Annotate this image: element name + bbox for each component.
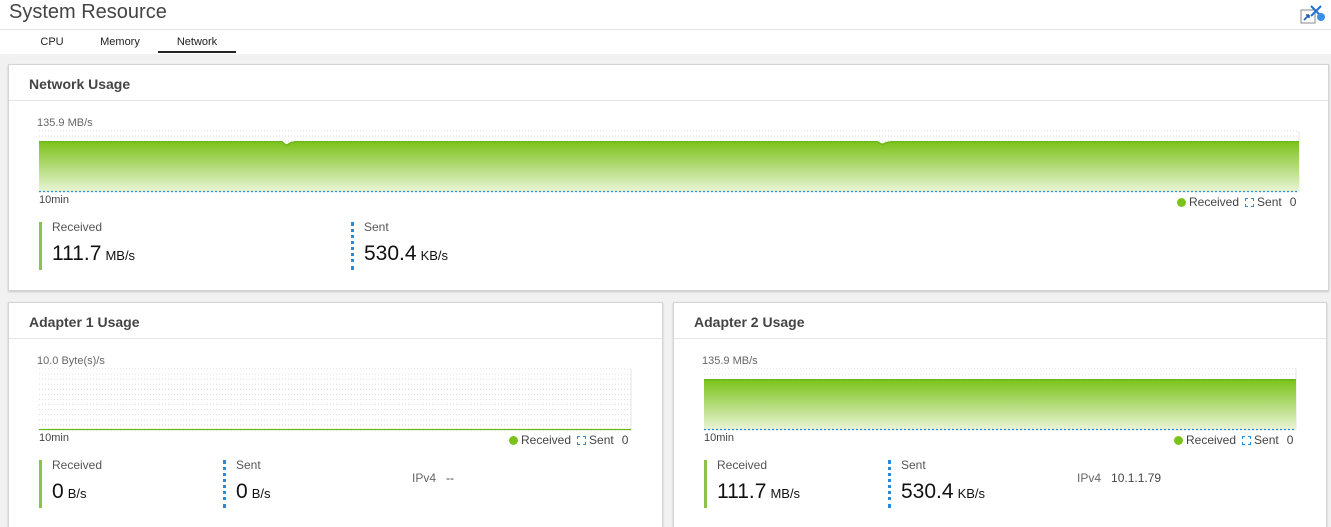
chart-legend: Received Sent 0 <box>1174 433 1293 447</box>
received-stat: Received 0 B/s <box>39 458 103 508</box>
received-stat: Received 111.7 MB/s <box>704 458 801 508</box>
received-area <box>704 379 1296 430</box>
legend-received-label: Received <box>1186 433 1237 447</box>
sent-stat: Sent 530.4 KB/s <box>351 220 449 270</box>
received-area <box>39 141 1299 192</box>
monitor-app-icon[interactable] <box>1299 3 1327 25</box>
adapter-2-chart: 135.9 MB/s 10min <box>702 355 1302 445</box>
network-usage-chart: 135.9 MB/s 10min <box>37 117 1302 207</box>
received-unit: B/s <box>67 486 87 501</box>
x-axis-label: 10min <box>39 194 69 206</box>
sent-label: Sent <box>364 220 389 234</box>
sent-unit: KB/s <box>420 248 449 263</box>
x-axis-label: 10min <box>39 432 69 444</box>
ipv4-info: IPv4 10.1.1.79 <box>1077 471 1161 485</box>
y-axis-max-label: 135.9 MB/s <box>702 355 758 367</box>
ipv4-label: IPv4 <box>412 471 437 485</box>
legend-zero-label: 0 <box>1286 433 1294 447</box>
panel-title: Adapter 1 Usage <box>29 314 140 330</box>
received-label: Received <box>52 458 103 472</box>
adapter-1-panel: Adapter 1 Usage 10.0 Byte(s)/s 10min Rec… <box>8 302 663 527</box>
panel-header: Adapter 1 Usage <box>9 303 662 339</box>
tab-memory[interactable]: Memory <box>95 36 145 53</box>
tab-cpu[interactable]: CPU <box>32 36 72 53</box>
sent-stat: Sent 0 B/s <box>223 458 271 508</box>
received-label: Received <box>717 458 768 472</box>
received-unit: MB/s <box>770 486 801 501</box>
legend-sent-label: Sent <box>1254 433 1279 447</box>
network-usage-panel: Network Usage 135.9 MB/s 10min Received S… <box>8 64 1329 291</box>
tab-network[interactable]: Network <box>158 36 236 53</box>
sent-label: Sent <box>236 458 261 472</box>
adapter-1-chart: 10.0 Byte(s)/s 10min <box>37 355 637 445</box>
adapter-2-panel: Adapter 2 Usage 135.9 MB/s 10min Receive… <box>673 302 1327 527</box>
y-axis-max-label: 135.9 MB/s <box>37 117 93 129</box>
received-label: Received <box>52 220 103 234</box>
sent-unit: KB/s <box>957 486 986 501</box>
app-title: System Resource <box>9 1 167 23</box>
received-unit: MB/s <box>105 248 136 263</box>
panel-header: Network Usage <box>9 65 1328 101</box>
panel-header: Adapter 2 Usage <box>674 303 1326 339</box>
legend-received-label: Received <box>521 433 572 447</box>
received-stat: Received 111.7 MB/s <box>39 220 136 270</box>
app-header: System Resource <box>0 0 1331 30</box>
ipv4-value: 10.1.1.79 <box>1111 471 1162 485</box>
tab-bar: CPU Memory Network <box>0 31 1331 53</box>
received-legend-marker <box>1174 436 1183 445</box>
x-axis-label: 10min <box>704 432 734 444</box>
received-value: 0 <box>52 480 64 503</box>
ipv4-label: IPv4 <box>1077 471 1102 485</box>
legend-zero-label: 0 <box>621 433 629 447</box>
y-axis-max-label: 10.0 Byte(s)/s <box>37 355 105 367</box>
adapter-1-plot <box>39 368 632 431</box>
panel-title: Network Usage <box>29 76 131 92</box>
received-legend-marker <box>509 436 518 445</box>
legend-received-label: Received <box>1189 195 1240 209</box>
panel-title: Adapter 2 Usage <box>694 314 805 330</box>
sent-legend-marker <box>1242 436 1252 445</box>
sent-unit: B/s <box>251 486 271 501</box>
network-usage-plot <box>39 130 1300 193</box>
sent-label: Sent <box>901 458 926 472</box>
sent-value: 530.4 <box>364 242 417 265</box>
ipv4-info: IPv4 -- <box>412 471 454 485</box>
sent-stat: Sent 530.4 KB/s <box>888 458 986 508</box>
received-value: 111.7 <box>717 480 767 503</box>
received-legend-marker <box>1177 198 1186 207</box>
sent-legend-marker <box>577 436 587 445</box>
sent-legend-marker <box>1245 198 1255 207</box>
legend-sent-label: Sent <box>589 433 614 447</box>
legend-zero-label: 0 <box>1289 195 1297 209</box>
chart-legend: Received Sent 0 <box>509 433 628 447</box>
received-value: 111.7 <box>52 242 102 265</box>
ipv4-value: -- <box>446 471 455 485</box>
legend-sent-label: Sent <box>1257 195 1282 209</box>
chart-legend: Received Sent 0 <box>1177 195 1296 209</box>
sent-value: 0 <box>236 480 248 503</box>
sent-value: 530.4 <box>901 480 954 503</box>
adapter-2-plot <box>704 368 1297 431</box>
